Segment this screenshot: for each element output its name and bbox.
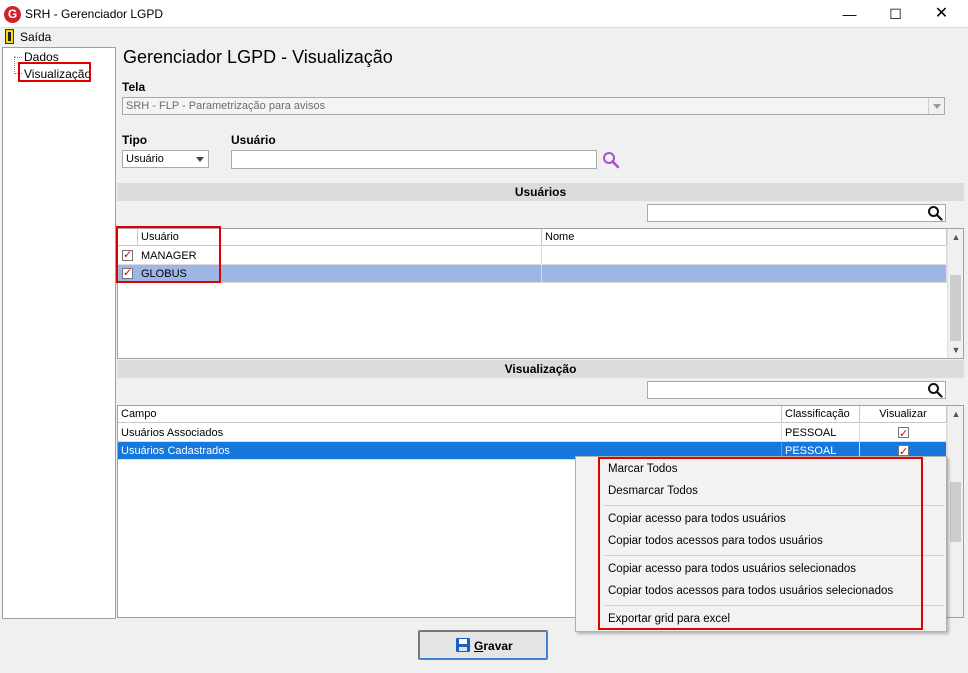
tree-connector: [14, 56, 15, 74]
tipo-select-value: Usuário: [126, 153, 164, 165]
maximize-button[interactable]: ☐: [873, 0, 918, 28]
window-title: SRH - Gerenciador LGPD: [25, 7, 164, 21]
floppy-disk-icon: [456, 638, 470, 652]
cell-classificacao: PESSOAL: [782, 424, 860, 442]
cell-visualizar: [860, 424, 947, 443]
column-header-nome[interactable]: Nome: [542, 229, 947, 246]
usuarios-search-input[interactable]: [647, 204, 946, 222]
title-bar: G SRH - Gerenciador LGPD — ☐ ✕: [0, 0, 968, 28]
usuario-input[interactable]: [231, 150, 597, 169]
scroll-up-icon[interactable]: ▲: [948, 406, 964, 422]
chevron-down-icon[interactable]: [928, 98, 944, 114]
exit-door-icon[interactable]: [5, 29, 14, 44]
menu-bar: Saída: [0, 28, 968, 46]
close-button[interactable]: ✕: [919, 0, 964, 28]
menu-exit[interactable]: Saída: [20, 30, 51, 44]
cell-nome: [542, 247, 947, 265]
highlight-users-box: [116, 226, 221, 283]
highlight-context-menu-box: [598, 457, 923, 630]
table-row[interactable]: Usuários Associados PESSOAL: [118, 424, 947, 443]
usuarios-grid: Usuário Nome MANAGER GLOBUS ▲ ▼: [117, 228, 964, 359]
usuario-label: Usuário: [231, 133, 276, 147]
column-header-campo[interactable]: Campo: [118, 406, 782, 423]
page-title: Gerenciador LGPD - Visualização: [123, 47, 393, 67]
scroll-up-icon[interactable]: ▲: [948, 229, 964, 245]
usuarios-scrollbar[interactable]: ▲ ▼: [947, 229, 963, 358]
tela-select[interactable]: SRH - FLP - Parametrização para avisos: [122, 97, 945, 115]
usuarios-section-header: Usuários: [117, 183, 964, 201]
visualizacao-grid-header: Campo Classificação Visualizar: [118, 406, 947, 423]
visualizar-checkbox[interactable]: [898, 425, 909, 443]
save-button[interactable]: Gravar: [418, 630, 548, 660]
tela-select-value: SRH - FLP - Parametrização para avisos: [126, 100, 326, 112]
visualizacao-search-input[interactable]: [647, 381, 946, 399]
search-icon[interactable]: [927, 205, 943, 221]
tela-label: Tela: [122, 80, 146, 94]
minimize-button[interactable]: —: [827, 0, 872, 28]
navigation-tree: Dados Visualização: [2, 47, 116, 619]
table-row[interactable]: MANAGER: [118, 247, 947, 265]
cell-nome: [542, 265, 947, 283]
tipo-label: Tipo: [122, 133, 148, 147]
chevron-down-icon[interactable]: [192, 151, 208, 167]
tipo-select[interactable]: Usuário: [122, 150, 209, 168]
app-logo-icon: G: [4, 6, 21, 23]
cell-campo: Usuários Associados: [118, 424, 782, 442]
column-header-classificacao[interactable]: Classificação: [782, 406, 860, 423]
scroll-down-icon[interactable]: ▼: [948, 342, 964, 358]
save-button-label: Gravar: [474, 639, 513, 653]
tree-connector: [14, 57, 22, 58]
search-icon[interactable]: [927, 382, 943, 398]
scroll-thumb[interactable]: [950, 482, 961, 542]
visualizacao-scrollbar[interactable]: ▲: [947, 406, 963, 617]
visualizar-checkbox[interactable]: [898, 443, 909, 461]
search-icon[interactable]: [602, 151, 620, 169]
visualizacao-section-header: Visualização: [117, 360, 964, 378]
scroll-thumb[interactable]: [950, 275, 961, 341]
table-row[interactable]: GLOBUS: [118, 265, 947, 283]
column-header-visualizar[interactable]: Visualizar: [860, 406, 947, 423]
usuarios-grid-header: Usuário Nome: [118, 229, 947, 246]
highlight-visualizacao-box: [18, 62, 91, 82]
